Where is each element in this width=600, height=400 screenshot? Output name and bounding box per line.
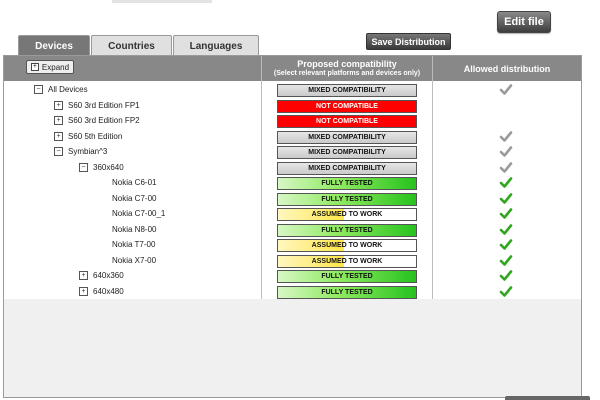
compatibility-badge[interactable]: FULLY TESTED <box>277 270 417 283</box>
green-check-icon[interactable] <box>499 254 513 267</box>
compatibility-badge[interactable]: FULLY TESTED <box>277 177 417 190</box>
device-name: S60 5th Edition <box>68 131 123 141</box>
device-grid: + Expand Proposed compatibility (Select … <box>4 56 581 299</box>
device-label: +640x480 <box>79 284 124 299</box>
expand-node-icon[interactable]: + <box>54 131 63 141</box>
device-label: +640x360 <box>79 268 124 283</box>
save-distribution-button[interactable]: Save Distribution <box>366 33 451 50</box>
compatibility-badge[interactable]: NOT COMPATIBLE <box>277 99 417 113</box>
device-name: Symbian^3 <box>68 147 108 156</box>
devices-column-header: + Expand <box>4 56 262 81</box>
collapse-node-icon[interactable]: − <box>34 85 43 94</box>
device-label: + S60 5th Edition <box>54 129 122 144</box>
compatibility-badge[interactable]: ASSUMED TO WORK <box>277 208 417 221</box>
device-label: + S60 3rd Edition FP2 <box>54 113 140 128</box>
device-label: Nokia N8-00 <box>112 222 156 237</box>
green-check-icon[interactable] <box>499 192 513 205</box>
compatibility-badge[interactable]: FULLY TESTED <box>277 223 417 237</box>
device-label: Nokia X7-00 <box>112 253 156 268</box>
device-name: S60 3rd Edition FP1 <box>68 100 140 110</box>
device-name: All Devices <box>48 85 88 94</box>
collapse-node-icon[interactable]: − <box>54 147 63 156</box>
green-check-icon[interactable] <box>499 269 513 282</box>
device-row[interactable]: +640x480 FULLY TESTED <box>4 284 581 299</box>
green-check-icon[interactable] <box>499 285 513 298</box>
allowed-column-header: Allowed distribution <box>433 56 581 81</box>
device-name: Nokia N8-00 <box>112 224 157 234</box>
collapse-node-icon[interactable]: − <box>79 162 88 172</box>
device-row[interactable]: Nokia X7-00 ASSUMED TO WORK <box>4 253 581 268</box>
green-check-icon[interactable] <box>499 223 513 236</box>
expand-node-icon[interactable]: + <box>54 100 63 110</box>
device-label: Nokia C7-00_1 <box>112 206 165 221</box>
device-row[interactable]: Nokia C7-00_1 ASSUMED TO WORK <box>4 206 581 221</box>
tab-languages[interactable]: Languages <box>173 35 259 56</box>
compat-subtitle: (Select relevant platforms and devices o… <box>273 70 421 77</box>
device-name: 360x640 <box>93 162 124 172</box>
expand-label: Expand <box>41 62 70 72</box>
device-row[interactable]: Nokia N8-00 FULLY TESTED <box>4 222 581 237</box>
compatibility-badge[interactable]: MIXED COMPATIBILITY <box>277 146 417 159</box>
compatibility-badge[interactable]: MIXED COMPATIBILITY <box>277 130 417 144</box>
allowed-title: Allowed distribution <box>463 63 551 74</box>
edit-file-button[interactable]: Edit file <box>497 11 551 33</box>
device-name: Nokia C7-00_1 <box>112 209 166 218</box>
devices-panel: + Expand Proposed compatibility (Select … <box>3 55 582 398</box>
device-name: Nokia T7-00 <box>112 240 156 249</box>
expand-node-icon[interactable]: + <box>79 286 88 296</box>
tab-countries[interactable]: Countries <box>91 35 172 56</box>
device-row[interactable]: −360x640 MIXED COMPATIBILITY <box>4 160 581 175</box>
device-row[interactable]: − All Devices MIXED COMPATIBILITY <box>4 82 581 97</box>
expand-node-icon[interactable]: + <box>54 116 63 125</box>
device-name: 640x480 <box>93 286 124 296</box>
compat-title: Proposed compatibility <box>297 59 397 69</box>
device-name: S60 3rd Edition FP2 <box>68 116 140 125</box>
device-label: − All Devices <box>34 82 88 97</box>
compatibility-badge[interactable]: NOT COMPATIBLE <box>277 115 417 128</box>
device-row[interactable]: Nokia C7-00 FULLY TESTED <box>4 191 581 206</box>
device-label: + S60 3rd Edition FP1 <box>54 98 140 113</box>
device-row[interactable]: + S60 3rd Edition FP1 NOT COMPATIBLE <box>4 98 581 113</box>
green-check-icon[interactable] <box>499 207 513 220</box>
device-row[interactable]: Nokia C6-01 FULLY TESTED <box>4 175 581 190</box>
tab-devices[interactable]: Devices <box>18 35 90 56</box>
green-check-icon[interactable] <box>499 176 513 189</box>
grey-check-icon[interactable] <box>499 145 513 158</box>
device-row[interactable]: − Symbian^3 MIXED COMPATIBILITY <box>4 144 581 159</box>
device-name: Nokia C6-01 <box>112 178 157 187</box>
grey-check-icon[interactable] <box>499 130 513 143</box>
device-name: 640x360 <box>93 271 124 280</box>
scrollbar[interactable] <box>505 396 590 400</box>
grey-check-icon[interactable] <box>499 83 513 96</box>
grey-check-icon[interactable] <box>499 161 513 174</box>
device-label: − Symbian^3 <box>54 144 107 159</box>
device-label: −360x640 <box>79 160 124 175</box>
device-name: Nokia X7-00 <box>112 255 157 265</box>
green-check-icon[interactable] <box>499 238 513 251</box>
device-label: Nokia T7-00 <box>112 237 155 252</box>
compatibility-badge[interactable]: FULLY TESTED <box>277 285 417 299</box>
expand-button[interactable]: + Expand <box>26 60 74 74</box>
compatibility-badge[interactable]: FULLY TESTED <box>277 192 417 206</box>
device-label: Nokia C6-01 <box>112 175 156 190</box>
compatibility-badge[interactable]: ASSUMED TO WORK <box>277 254 417 268</box>
top-strip <box>112 0 212 3</box>
compatibility-badge[interactable]: ASSUMED TO WORK <box>277 239 417 252</box>
device-row[interactable]: +640x360 FULLY TESTED <box>4 268 581 283</box>
device-row[interactable]: + S60 5th Edition MIXED COMPATIBILITY <box>4 129 581 144</box>
expand-node-icon[interactable]: + <box>79 271 88 280</box>
compatibility-badge[interactable]: MIXED COMPATIBILITY <box>277 161 417 175</box>
device-row[interactable]: + S60 3rd Edition FP2 NOT COMPATIBLE <box>4 113 581 128</box>
device-row[interactable]: Nokia T7-00 ASSUMED TO WORK <box>4 237 581 252</box>
device-name: Nokia C7-00 <box>112 193 157 203</box>
device-label: Nokia C7-00 <box>112 191 156 206</box>
compatibility-badge[interactable]: MIXED COMPATIBILITY <box>277 84 417 97</box>
plus-icon: + <box>30 63 39 71</box>
tab-bar: Devices Countries Languages <box>18 35 260 56</box>
compat-column-header: Proposed compatibility (Select relevant … <box>262 56 433 81</box>
